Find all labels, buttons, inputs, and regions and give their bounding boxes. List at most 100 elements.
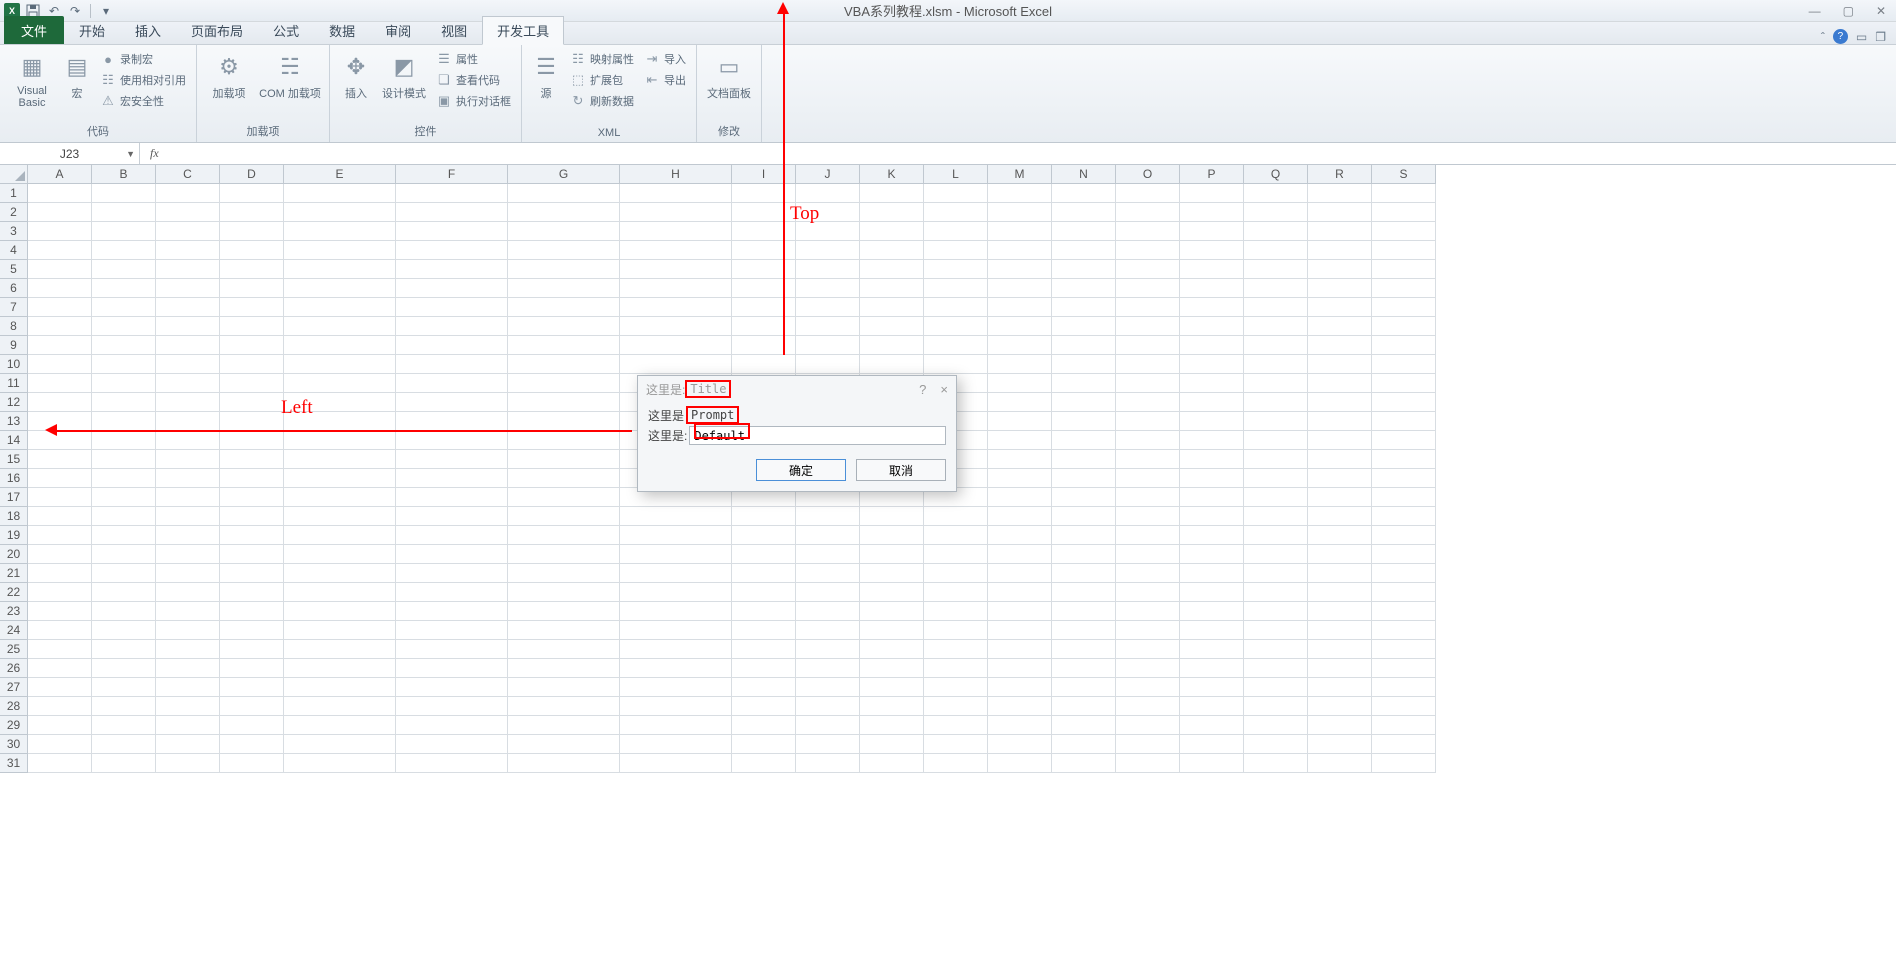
- macros-button[interactable]: ▤宏: [60, 49, 94, 103]
- row-header-30[interactable]: 30: [0, 735, 28, 754]
- col-header-H[interactable]: H: [620, 165, 732, 184]
- dialog-cancel-button[interactable]: 取消: [856, 459, 946, 481]
- col-header-J[interactable]: J: [796, 165, 860, 184]
- col-header-I[interactable]: I: [732, 165, 796, 184]
- com-addins-button[interactable]: ☵COM 加载项: [257, 49, 323, 103]
- tab-view[interactable]: 视图: [426, 16, 482, 44]
- row-header-13[interactable]: 13: [0, 412, 28, 431]
- row-header-8[interactable]: 8: [0, 317, 28, 336]
- record-macro-button[interactable]: ●录制宏: [96, 49, 190, 69]
- row-header-16[interactable]: 16: [0, 469, 28, 488]
- row-header-5[interactable]: 5: [0, 260, 28, 279]
- name-box-dropdown-icon[interactable]: ▼: [126, 149, 135, 159]
- design-mode-button[interactable]: ◩设计模式: [378, 49, 430, 103]
- dialog-input[interactable]: [689, 426, 946, 445]
- ribbon-minimize-icon[interactable]: ˆ: [1821, 30, 1825, 44]
- tab-file[interactable]: 文件: [4, 16, 64, 44]
- map-properties-button[interactable]: ☷映射属性: [566, 49, 638, 69]
- row-header-19[interactable]: 19: [0, 526, 28, 545]
- document-panel-button[interactable]: ▭文档面板: [703, 49, 755, 103]
- col-header-G[interactable]: G: [508, 165, 620, 184]
- row-header-31[interactable]: 31: [0, 754, 28, 773]
- col-header-O[interactable]: O: [1116, 165, 1180, 184]
- name-box[interactable]: J23 ▼: [0, 143, 140, 164]
- row-header-7[interactable]: 7: [0, 298, 28, 317]
- tab-developer[interactable]: 开发工具: [482, 16, 564, 45]
- workbook-minimize-icon[interactable]: ▭: [1856, 30, 1867, 44]
- col-header-N[interactable]: N: [1052, 165, 1116, 184]
- tab-insert[interactable]: 插入: [120, 16, 176, 44]
- formula-input[interactable]: [165, 147, 1896, 161]
- expansion-pack-button[interactable]: ⬚扩展包: [566, 70, 638, 90]
- refresh-data-button[interactable]: ↻刷新数据: [566, 91, 638, 111]
- cells-area[interactable]: [28, 184, 1896, 974]
- col-header-E[interactable]: E: [284, 165, 396, 184]
- group-code-label: 代码: [87, 121, 109, 142]
- dialog-titlebar[interactable]: 这里是: Title ? ×: [638, 376, 956, 402]
- row-header-26[interactable]: 26: [0, 659, 28, 678]
- import-button[interactable]: ⇥导入: [640, 49, 690, 69]
- row-header-22[interactable]: 22: [0, 583, 28, 602]
- row-header-3[interactable]: 3: [0, 222, 28, 241]
- row-header-9[interactable]: 9: [0, 336, 28, 355]
- col-header-D[interactable]: D: [220, 165, 284, 184]
- col-header-R[interactable]: R: [1308, 165, 1372, 184]
- minimize-button[interactable]: —: [1805, 4, 1825, 18]
- dialog-help-button[interactable]: ?: [919, 382, 926, 397]
- addins-button[interactable]: ⚙加载项: [203, 49, 255, 103]
- dialog-close-button[interactable]: ×: [940, 382, 948, 397]
- row-header-14[interactable]: 14: [0, 431, 28, 450]
- help-icon[interactable]: ?: [1833, 29, 1848, 44]
- tab-review[interactable]: 审阅: [370, 16, 426, 44]
- close-button[interactable]: ✕: [1872, 4, 1890, 18]
- col-header-M[interactable]: M: [988, 165, 1052, 184]
- select-all-button[interactable]: [0, 165, 28, 184]
- row-header-12[interactable]: 12: [0, 393, 28, 412]
- tab-home[interactable]: 开始: [64, 16, 120, 44]
- view-code-button[interactable]: ❏查看代码: [432, 70, 515, 90]
- row-header-4[interactable]: 4: [0, 241, 28, 260]
- col-header-L[interactable]: L: [924, 165, 988, 184]
- row-header-29[interactable]: 29: [0, 716, 28, 735]
- col-header-B[interactable]: B: [92, 165, 156, 184]
- xml-source-button[interactable]: ☰源: [528, 49, 564, 103]
- col-header-A[interactable]: A: [28, 165, 92, 184]
- tab-layout[interactable]: 页面布局: [176, 16, 258, 44]
- design-mode-label: 设计模式: [382, 85, 426, 101]
- col-header-Q[interactable]: Q: [1244, 165, 1308, 184]
- properties-button[interactable]: ☰属性: [432, 49, 515, 69]
- row-header-24[interactable]: 24: [0, 621, 28, 640]
- visual-basic-button[interactable]: ▦Visual Basic: [6, 49, 58, 111]
- workbook-restore-icon[interactable]: ❐: [1875, 30, 1886, 44]
- run-dialog-button[interactable]: ▣执行对话框: [432, 91, 515, 111]
- maximize-button[interactable]: ▢: [1839, 4, 1858, 18]
- macro-security-button[interactable]: ⚠宏安全性: [96, 91, 190, 111]
- row-header-28[interactable]: 28: [0, 697, 28, 716]
- export-button[interactable]: ⇤导出: [640, 70, 690, 90]
- row-header-17[interactable]: 17: [0, 488, 28, 507]
- dialog-ok-button[interactable]: 确定: [756, 459, 846, 481]
- document-panel-icon: ▭: [713, 51, 745, 83]
- row-header-2[interactable]: 2: [0, 203, 28, 222]
- relative-ref-button[interactable]: ☷使用相对引用: [96, 70, 190, 90]
- row-header-15[interactable]: 15: [0, 450, 28, 469]
- col-header-F[interactable]: F: [396, 165, 508, 184]
- row-header-6[interactable]: 6: [0, 279, 28, 298]
- col-header-P[interactable]: P: [1180, 165, 1244, 184]
- col-header-K[interactable]: K: [860, 165, 924, 184]
- row-header-1[interactable]: 1: [0, 184, 28, 203]
- row-header-23[interactable]: 23: [0, 602, 28, 621]
- row-header-11[interactable]: 11: [0, 374, 28, 393]
- col-header-C[interactable]: C: [156, 165, 220, 184]
- row-header-10[interactable]: 10: [0, 355, 28, 374]
- fx-icon[interactable]: fx: [150, 146, 159, 161]
- tab-formulas[interactable]: 公式: [258, 16, 314, 44]
- row-header-18[interactable]: 18: [0, 507, 28, 526]
- row-header-21[interactable]: 21: [0, 564, 28, 583]
- row-header-20[interactable]: 20: [0, 545, 28, 564]
- row-header-27[interactable]: 27: [0, 678, 28, 697]
- row-header-25[interactable]: 25: [0, 640, 28, 659]
- col-header-S[interactable]: S: [1372, 165, 1436, 184]
- tab-data[interactable]: 数据: [314, 16, 370, 44]
- insert-control-button[interactable]: ✥插入: [336, 49, 376, 103]
